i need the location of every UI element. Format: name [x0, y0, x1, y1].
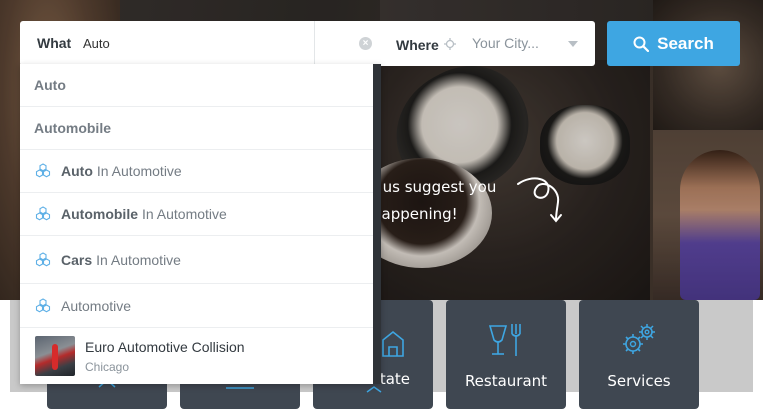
clear-icon[interactable]: × — [359, 37, 372, 50]
suggestion-item-category[interactable]: Cars In Automotive — [20, 236, 373, 284]
suggestion-label: Automobile — [34, 120, 111, 136]
suggestion-term: Auto — [61, 163, 93, 179]
what-input[interactable] — [83, 33, 283, 53]
category-tile-restaurant[interactable]: Restaurant — [446, 300, 566, 409]
category-icon — [226, 387, 254, 389]
category-label-services: Services — [607, 372, 671, 390]
suggestion-label: Auto — [34, 77, 66, 93]
search-divider — [314, 21, 315, 66]
chevron-down-icon[interactable] — [568, 41, 578, 47]
suggestion-suffix: In Automotive — [142, 206, 227, 222]
hero-tagline-line1: t us suggest you — [372, 178, 497, 196]
search-button[interactable]: Search — [607, 21, 740, 66]
suggestion-item-category[interactable]: Automobile In Automotive — [20, 193, 373, 236]
listing-title: Euro Automotive Collision — [85, 338, 245, 355]
curly-arrow-icon — [517, 177, 562, 223]
what-label: What — [37, 35, 72, 51]
category-tile-services[interactable]: Services — [579, 300, 699, 409]
locate-icon[interactable] — [444, 38, 456, 50]
autocomplete-dropdown: Auto Automobile Auto In Automotive Autom… — [20, 64, 381, 384]
suggestion-item[interactable]: Automobile — [20, 107, 373, 150]
where-input[interactable]: Your City... — [472, 35, 539, 51]
suggestion-suffix: In Automotive — [96, 163, 182, 179]
category-label-restaurant: Restaurant — [464, 372, 548, 390]
cubes-icon — [35, 251, 51, 266]
suggestion-suffix: In Automotive — [96, 251, 181, 268]
listing-thumbnail — [35, 336, 75, 376]
search-button-label: Search — [657, 33, 714, 53]
hero-tagline-line2: happening! — [372, 205, 458, 223]
suggestion-item[interactable]: Auto — [20, 64, 373, 107]
hero-tagline: t us suggest you happening! — [372, 174, 496, 228]
search-icon — [633, 36, 650, 52]
cutlery-icon — [488, 324, 521, 356]
suggestion-label: Automotive — [61, 297, 132, 314]
listing-location: Chicago — [85, 359, 130, 374]
suggestion-item-category[interactable]: Automotive — [20, 284, 373, 328]
cubes-icon — [35, 206, 51, 221]
search-bar: What × Where Your City... — [20, 21, 595, 66]
gears-icon — [623, 324, 655, 354]
suggestion-item-listing[interactable]: Euro Automotive Collision Chicago — [20, 328, 373, 384]
cubes-icon — [35, 163, 51, 178]
cubes-icon — [35, 297, 51, 312]
suggestion-term: Cars — [61, 251, 93, 268]
suggestion-term: Automobile — [61, 206, 138, 222]
suggestion-item-category[interactable]: Auto In Automotive — [20, 150, 373, 193]
where-label: Where — [396, 37, 439, 53]
